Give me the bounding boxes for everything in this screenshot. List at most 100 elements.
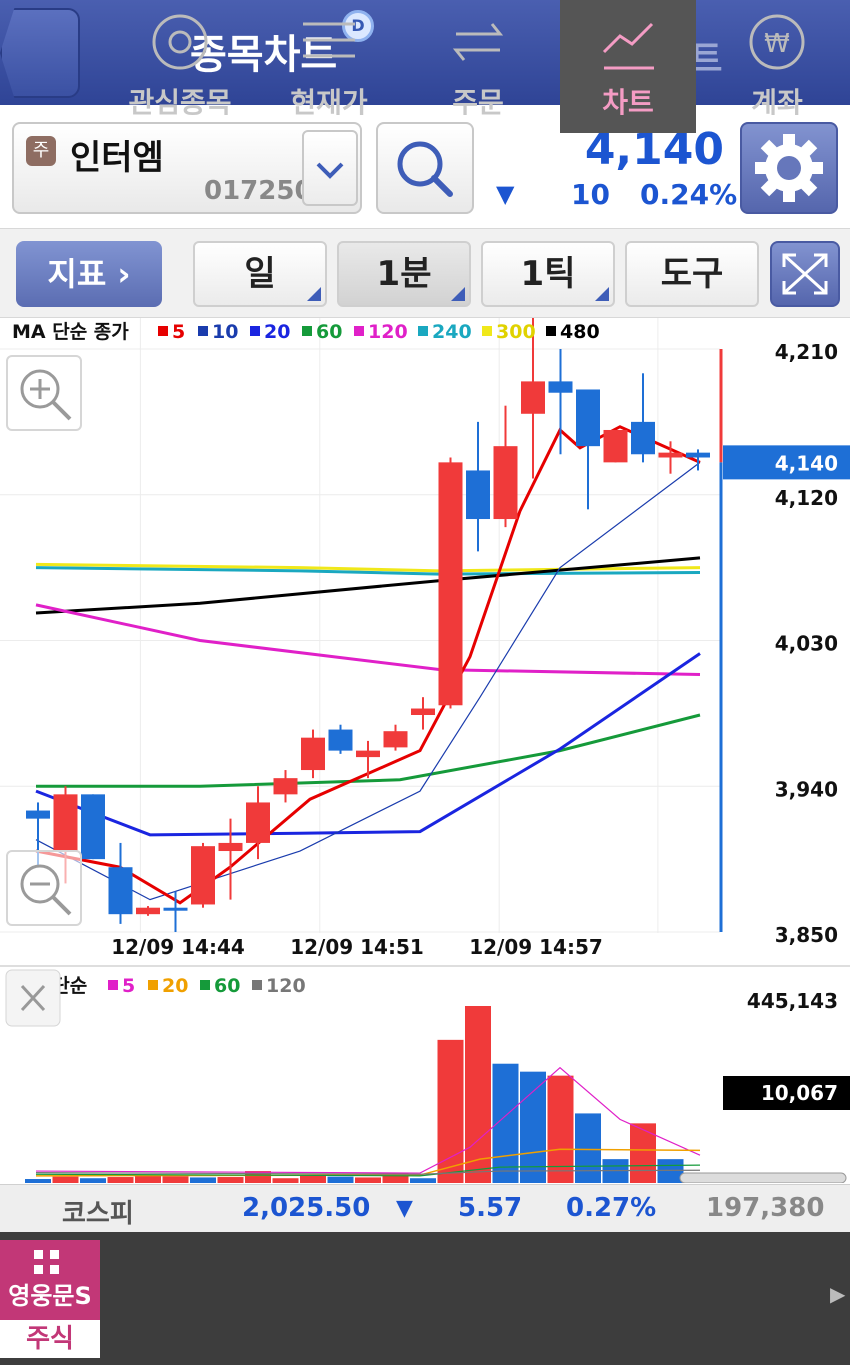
candle-body xyxy=(246,802,270,843)
nav-item-chart[interactable]: 차트 xyxy=(560,0,696,133)
price-change-pct: 0.24% xyxy=(640,178,738,211)
nav-more-arrow-icon[interactable]: ▶ xyxy=(830,1282,845,1306)
volume-bar xyxy=(410,1178,436,1183)
nav-label-watchlist: 관심종목 xyxy=(128,86,232,119)
stock-selector[interactable]: 주 인터엠 017250 xyxy=(12,122,362,214)
legend-label: 120 xyxy=(266,975,306,997)
volume-bar xyxy=(135,1175,161,1183)
stock-dropdown-button[interactable] xyxy=(302,130,358,206)
candle-body xyxy=(411,708,435,715)
candle-body xyxy=(26,810,50,819)
index-volume: 197,380 xyxy=(706,1193,825,1223)
down-arrow-icon: ▼ xyxy=(496,180,515,208)
y-tick-label: 4,210 xyxy=(775,340,838,364)
candle-body xyxy=(603,429,628,463)
volume-bar xyxy=(657,1159,684,1183)
current-price-tag-label: 4,140 xyxy=(775,451,838,475)
candle-body xyxy=(521,381,545,414)
legend-label: 120 xyxy=(368,321,408,343)
tools-button[interactable]: 도구 xyxy=(625,241,759,307)
period-minute-button[interactable]: 1분 xyxy=(337,241,471,307)
period-minute-label: 1분 xyxy=(376,254,432,294)
zoom-out-button[interactable] xyxy=(6,850,82,926)
period-day-button[interactable]: 일 xyxy=(193,241,327,307)
current-price-icon xyxy=(303,22,355,58)
candle-body xyxy=(191,846,215,905)
legend-swatch xyxy=(546,326,556,336)
candle-body xyxy=(356,750,380,758)
candle-body xyxy=(108,867,133,915)
volume-bar xyxy=(217,1177,244,1183)
dropdown-corner-icon xyxy=(595,287,609,301)
nav-item-current-price[interactable]: 현재가 xyxy=(254,0,404,133)
legend-label: 60 xyxy=(214,975,240,997)
chart-canvas[interactable]: 4,210 4,120 4,030 3,940 3,850 4,140 12/09 14:4… xyxy=(0,316,850,1184)
legend-label: 10 xyxy=(212,321,238,343)
nav-item-order[interactable]: 주문 xyxy=(403,0,553,133)
legend-swatch xyxy=(200,980,210,990)
legend-label: 60 xyxy=(316,321,342,343)
index-name: 코스피 xyxy=(62,1199,134,1229)
settings-button[interactable] xyxy=(740,122,838,214)
candle-body xyxy=(81,794,105,860)
nav-label-chart: 차트 xyxy=(602,86,654,119)
y-tick-label: 3,940 xyxy=(775,777,838,801)
volume-bar xyxy=(465,1006,491,1183)
candle-body xyxy=(548,381,573,393)
zoom-in-icon xyxy=(20,369,72,421)
nav-label-current-price: 현재가 xyxy=(290,86,368,119)
gear-icon xyxy=(755,134,823,202)
nav-label-account: 계좌 xyxy=(751,86,803,119)
legend-label: 20 xyxy=(264,321,290,343)
legend-swatch xyxy=(252,980,262,990)
won-icon: ₩ xyxy=(749,14,805,70)
svg-text:₩: ₩ xyxy=(764,29,790,59)
volume-bar xyxy=(575,1113,601,1183)
period-tick-label: 1틱 xyxy=(520,254,576,294)
legend-swatch xyxy=(250,326,260,336)
stock-code: 017250 xyxy=(204,176,313,206)
chart-area[interactable]: 4,210 4,120 4,030 3,940 3,850 4,140 12/09 14:4… xyxy=(0,316,850,1184)
period-tick-button[interactable]: 1틱 xyxy=(481,241,615,307)
volume-bar xyxy=(107,1177,134,1183)
nav-label-order: 주문 xyxy=(452,86,504,119)
legend-swatch xyxy=(482,326,492,336)
candle-body xyxy=(631,421,655,455)
expand-icon xyxy=(782,253,828,295)
volume-bar xyxy=(272,1178,299,1183)
stock-type-badge: 주 xyxy=(26,136,56,166)
candle-body xyxy=(576,389,600,447)
volume-bar xyxy=(25,1179,51,1183)
legend-swatch xyxy=(354,326,364,336)
bottom-nav xyxy=(0,1232,850,1365)
indicator-button[interactable]: 지표 › xyxy=(16,241,162,307)
dropdown-corner-icon xyxy=(451,287,465,301)
nav-item-watchlist[interactable]: 관심종목 xyxy=(105,0,255,133)
index-value: 2,025.50 xyxy=(242,1193,371,1223)
price-change: 10 xyxy=(571,178,610,211)
current-volume-tag-label: 10,067 xyxy=(761,1081,838,1105)
y-tick-label: 4,030 xyxy=(775,632,838,656)
candle-body xyxy=(438,462,463,706)
chevron-down-icon xyxy=(316,162,344,179)
candle-body xyxy=(466,470,490,520)
ma-legend-title: MA 단순 종가 xyxy=(12,321,129,343)
fullscreen-button[interactable] xyxy=(770,241,840,307)
volume-bar xyxy=(630,1123,656,1183)
zoom-in-button[interactable] xyxy=(6,355,82,431)
y-tick-label: 3,850 xyxy=(775,923,838,947)
legend-label: 480 xyxy=(560,321,600,343)
y-tick-label: 4,120 xyxy=(775,486,838,510)
search-button[interactable] xyxy=(376,122,474,214)
market-index-bar[interactable]: 코스피 2,025.50 ▼ 5.57 0.27% 197,380 xyxy=(0,1184,850,1232)
nav-item-account[interactable]: ₩ 계좌 xyxy=(702,0,850,133)
legend-swatch xyxy=(148,980,158,990)
legend-swatch xyxy=(198,326,208,336)
x-tick-label: 12/09 14:44 xyxy=(111,935,245,959)
legend-label: 300 xyxy=(496,321,536,343)
candle-body xyxy=(136,907,160,915)
volume-bar xyxy=(52,1176,79,1183)
candle-body xyxy=(301,737,325,771)
watchlist-icon xyxy=(152,14,208,70)
back-button[interactable] xyxy=(0,8,80,98)
